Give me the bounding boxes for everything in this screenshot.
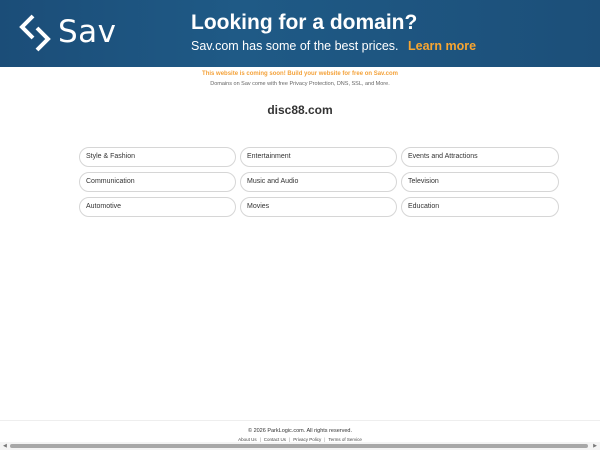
scroll-right-arrow-icon[interactable]: ▶ xyxy=(593,443,597,449)
related-link-television[interactable]: Television xyxy=(401,172,559,192)
banner-headline: Looking for a domain? xyxy=(191,11,418,34)
learn-more-link[interactable]: Learn more xyxy=(408,39,476,53)
horizontal-scrollbar[interactable]: ◀ ▶ xyxy=(0,442,600,450)
banner-subtext: Sav.com has some of the best prices. Lea… xyxy=(191,39,476,53)
page: Sav Looking for a domain? Sav.com has so… xyxy=(0,0,600,450)
coming-soon-notice[interactable]: This website is coming soon! Build your … xyxy=(0,71,600,77)
related-link-events-attractions[interactable]: Events and Attractions xyxy=(401,147,559,167)
copyright-text: © 2026 ParkLogic.com. All rights reserve… xyxy=(247,428,353,434)
footer-divider xyxy=(0,420,600,421)
domain-title: disc88.com xyxy=(267,103,333,117)
related-link-entertainment[interactable]: Entertainment xyxy=(240,147,397,167)
scrollbar-thumb[interactable] xyxy=(10,444,588,448)
sav-brand-name: Sav xyxy=(58,14,117,50)
sav-promo-banner[interactable]: Sav Looking for a domain? Sav.com has so… xyxy=(0,0,600,67)
scroll-left-arrow-icon[interactable]: ◀ xyxy=(3,443,7,449)
related-link-movies[interactable]: Movies xyxy=(240,197,397,217)
related-link-education[interactable]: Education xyxy=(401,197,559,217)
related-link-communication[interactable]: Communication xyxy=(79,172,236,192)
banner-subtext-label: Sav.com has some of the best prices. xyxy=(191,39,399,53)
related-link-music-audio[interactable]: Music and Audio xyxy=(240,172,397,192)
sav-logo-icon xyxy=(19,14,51,52)
notice-subtext: Domains on Sav come with free Privacy Pr… xyxy=(210,81,390,87)
related-link-style-fashion[interactable]: Style & Fashion xyxy=(79,147,236,167)
related-link-automotive[interactable]: Automotive xyxy=(79,197,236,217)
